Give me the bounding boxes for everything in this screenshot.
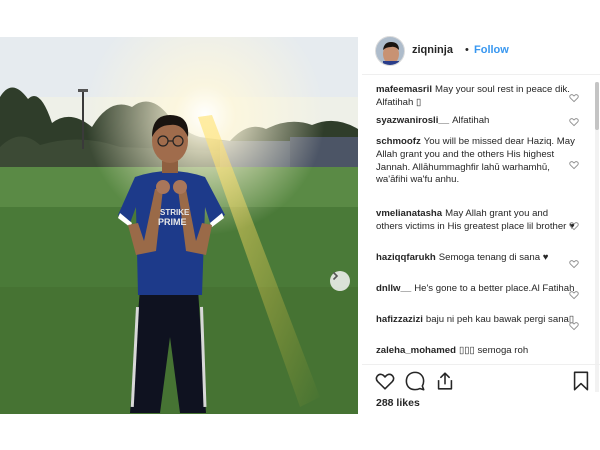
comment-username[interactable]: haziqqfarukh bbox=[376, 252, 436, 263]
comment-item: mafeemasril May your soul rest in peace d… bbox=[376, 84, 576, 110]
like-comment-heart-icon[interactable] bbox=[569, 321, 579, 331]
comment-item: zaleha_mohamed ▯▯▯ semoga roh bbox=[376, 345, 576, 358]
comment-username[interactable]: syazwanirosli__ bbox=[376, 115, 449, 126]
comment-text: baju ni peh kau bawak pergi sana▯ bbox=[425, 314, 575, 325]
comment-item: dnllw__ He's gone to a better place.Al Fa… bbox=[376, 283, 576, 296]
header-divider bbox=[362, 74, 600, 75]
comment-username[interactable]: zaleha_mohamed bbox=[376, 345, 456, 356]
svg-text:STRIKE: STRIKE bbox=[160, 208, 190, 217]
comment-text: He's gone to a better place.Al Fatihah bbox=[414, 283, 575, 294]
likes-count[interactable]: 288 likes bbox=[376, 397, 420, 409]
comments-list[interactable]: mafeemasril May your soul rest in peace d… bbox=[362, 78, 600, 396]
comment-item: syazwanirosli__ Alfatihah bbox=[376, 115, 576, 128]
username-link[interactable]: ziqninja bbox=[412, 44, 453, 56]
like-comment-heart-icon[interactable] bbox=[569, 117, 579, 127]
avatar[interactable] bbox=[375, 36, 405, 66]
like-comment-heart-icon[interactable] bbox=[569, 160, 579, 170]
actions-divider bbox=[362, 364, 600, 365]
comment-username[interactable]: schmoofz bbox=[376, 136, 421, 147]
comment-item: hafizzazizi baju ni peh kau bawak pergi s… bbox=[376, 314, 576, 327]
like-comment-heart-icon[interactable] bbox=[569, 290, 579, 300]
photo-scene: STRIKE PRIME bbox=[0, 37, 358, 414]
avatar-image bbox=[376, 37, 404, 65]
comment-icon[interactable] bbox=[404, 370, 426, 392]
comment-item: haziqqfarukh Semoga tenang di sana ♥ bbox=[376, 252, 576, 265]
comment-username[interactable]: hafizzazizi bbox=[376, 314, 423, 325]
chevron-right-icon bbox=[332, 271, 339, 281]
follow-button[interactable]: Follow bbox=[474, 44, 509, 56]
post-header: ziqninja • Follow bbox=[362, 30, 600, 72]
comment-text: Semoga tenang di sana ♥ bbox=[438, 252, 549, 263]
jersey-text: PRIME bbox=[158, 217, 187, 227]
share-icon[interactable] bbox=[434, 370, 456, 392]
comment-username[interactable]: vmelianatasha bbox=[376, 208, 442, 219]
next-photo-button[interactable] bbox=[330, 271, 350, 291]
like-comment-heart-icon[interactable] bbox=[569, 221, 579, 231]
comments-scrollbar-thumb[interactable] bbox=[595, 82, 599, 130]
post-photo[interactable]: STRIKE PRIME bbox=[0, 37, 358, 414]
bookmark-icon[interactable] bbox=[570, 370, 592, 392]
comment-item: vmelianatasha May Allah grant you and oth… bbox=[376, 208, 576, 234]
like-comment-heart-icon[interactable] bbox=[569, 259, 579, 269]
like-comment-heart-icon[interactable] bbox=[569, 93, 579, 103]
comment-item: schmoofz You will be missed dear Haziq. M… bbox=[376, 136, 576, 187]
comment-text: ▯▯▯ semoga roh bbox=[458, 345, 529, 356]
post-actions bbox=[362, 366, 600, 394]
comment-username[interactable]: mafeemasril bbox=[376, 84, 432, 95]
separator-dot: • bbox=[465, 44, 469, 56]
comment-username[interactable]: dnllw__ bbox=[376, 283, 411, 294]
post-sidebar: ziqninja • Follow mafeemasril May your so… bbox=[362, 30, 600, 420]
comment-text: Alfatihah bbox=[452, 115, 490, 126]
heart-icon[interactable] bbox=[374, 370, 396, 392]
